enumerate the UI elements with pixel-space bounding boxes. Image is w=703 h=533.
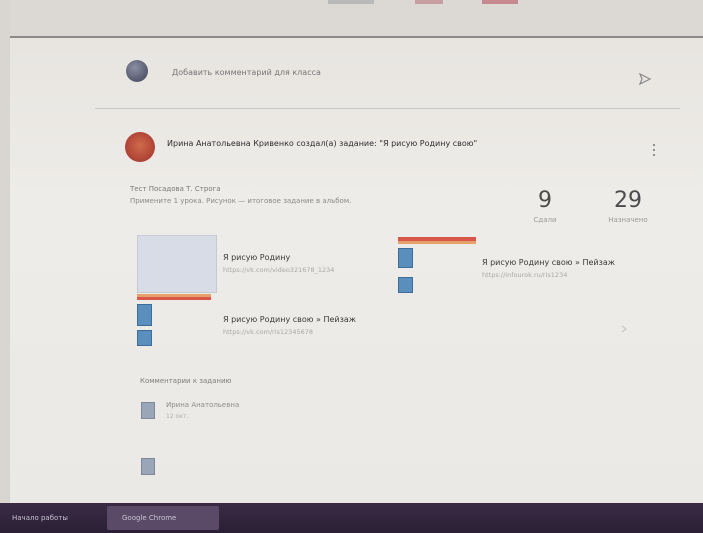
- class-comment-input[interactable]: [172, 64, 612, 80]
- more-options-icon[interactable]: [651, 142, 657, 158]
- attachment-url: https://infourok.ru/ris1234: [482, 271, 568, 279]
- attachment-url: https://vk.com/ris12345678: [223, 328, 313, 336]
- author-avatar: [125, 132, 155, 162]
- document-icon[interactable]: [398, 248, 413, 268]
- send-icon[interactable]: [638, 72, 652, 86]
- taskbar: [0, 503, 703, 533]
- attachment-title[interactable]: Я рисую Родину свою » Пейзаж: [482, 258, 615, 267]
- attachment-title[interactable]: Я рисую Родину: [223, 253, 290, 262]
- attachment-color-strip: [137, 297, 211, 300]
- browser-top-bar: [10, 0, 703, 38]
- attachment-title[interactable]: Я рисую Родину свою » Пейзаж: [223, 315, 356, 324]
- start-button[interactable]: Начало работы: [12, 509, 68, 527]
- student-name[interactable]: Ирина Анатольевна: [166, 401, 239, 409]
- document-icon[interactable]: [137, 330, 152, 346]
- document-icon[interactable]: [398, 277, 413, 293]
- section-heading: Комментарии к заданию: [140, 377, 232, 385]
- student-status: 12 окт.: [166, 413, 189, 420]
- post-title[interactable]: Ирина Анатольевна Кривенко создал(а) зад…: [167, 139, 607, 148]
- attachment-thumbnail[interactable]: [137, 235, 217, 293]
- top-tab-indicator-3: [482, 0, 518, 4]
- attachment-color-strip: [398, 241, 476, 244]
- submitted-label: Сдали: [533, 216, 557, 224]
- assigned-count[interactable]: 29 Назначено: [598, 188, 658, 225]
- student-avatar: [141, 402, 155, 419]
- assigned-label: Назначено: [608, 216, 648, 224]
- taskbar-window-label: Google Chrome: [122, 514, 177, 522]
- top-tab-indicator-2: [415, 0, 443, 4]
- submitted-count[interactable]: 9 Сдали: [525, 188, 565, 225]
- assigned-value: 29: [614, 188, 642, 213]
- post-description: Примените 1 урока. Рисунок — итоговое за…: [130, 197, 352, 205]
- student-avatar: [141, 458, 155, 475]
- chevron-right-icon: [621, 325, 627, 333]
- submitted-value: 9: [538, 188, 552, 213]
- top-tab-indicator-1: [328, 0, 374, 4]
- document-icon[interactable]: [137, 304, 152, 326]
- attachment-url: https://vk.com/video321678_1234: [223, 266, 335, 274]
- avatar: [126, 60, 148, 82]
- post-meta: Тест Посадова Т. Строга: [130, 185, 221, 193]
